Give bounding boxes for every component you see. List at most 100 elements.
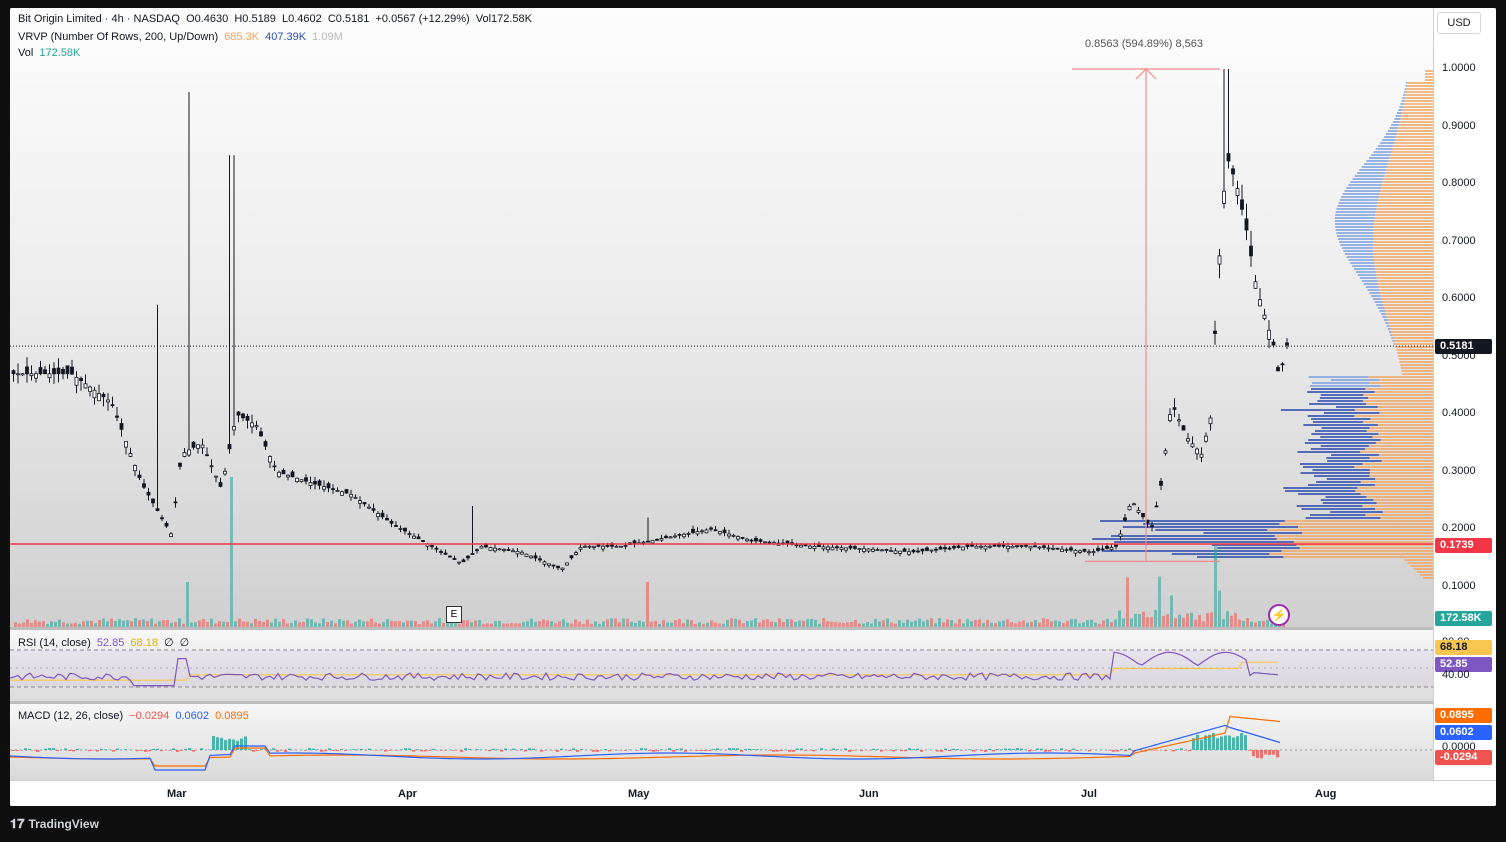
- candle-body: [713, 529, 718, 532]
- candle-body: [1123, 517, 1127, 521]
- candle-body: [520, 551, 524, 555]
- candle-body: [551, 564, 556, 567]
- macd-legend[interactable]: MACD (12, 26, close) −0.0294 0.0602 0.08…: [18, 710, 252, 722]
- volume-profile-up-row: [1366, 403, 1433, 405]
- lightning-icon[interactable]: ⚡: [1268, 604, 1290, 626]
- volume-profile-up-row: [1387, 166, 1433, 168]
- volume-bar: [542, 619, 545, 627]
- candle-body: [691, 528, 695, 533]
- candle-body: [146, 491, 151, 496]
- candle-body: [160, 517, 164, 520]
- candle-body: [1042, 545, 1046, 548]
- volume-profile-down-row: [1394, 118, 1401, 120]
- volume-bar: [738, 619, 741, 627]
- volume-profile-up-row: [1364, 448, 1433, 450]
- volume-bar: [1166, 614, 1169, 627]
- candle-body: [1267, 329, 1271, 340]
- candle-body: [286, 474, 290, 478]
- macd-histogram-bar: [700, 750, 703, 751]
- time-tick: May: [628, 788, 650, 800]
- candle-body: [853, 546, 857, 549]
- candle-body: [124, 441, 128, 448]
- volume-bar: [306, 618, 309, 627]
- candle-body: [646, 540, 650, 543]
- vol-legend[interactable]: Vol 172.58K: [18, 47, 83, 59]
- volume-profile-down-row: [1320, 445, 1369, 447]
- candle-body: [673, 535, 677, 538]
- volume-profile-up-row: [1354, 415, 1433, 417]
- volume-profile-down-row: [1382, 139, 1395, 141]
- candle-body: [385, 517, 389, 521]
- price-scale[interactable]: 1.0000 0.9000 0.8000 0.7000 0.6000 0.5000 0.40…: [1433, 8, 1496, 780]
- volume-profile-down-row: [1363, 283, 1378, 285]
- macd-histogram-bar: [744, 748, 747, 750]
- candle-body: [241, 413, 245, 419]
- macd-histogram-bar: [1236, 736, 1239, 750]
- vrvp-label: VRVP (Number Of Rows, 200, Up/Down): [18, 31, 219, 43]
- volume-profile-down-row: [1352, 265, 1375, 267]
- rsi-legend[interactable]: RSI (14, close) 52.85 68.18 ∅ ∅: [18, 636, 192, 649]
- volume-profile-up-row: [1378, 286, 1433, 288]
- volume-bar: [906, 619, 909, 627]
- macd-histogram-bar: [312, 748, 315, 750]
- candle-body: [1231, 168, 1235, 175]
- time-axis[interactable]: Mar Apr May Jun Jul Aug: [10, 780, 1496, 806]
- macd-histogram-bar: [1248, 750, 1251, 751]
- macd-histogram-bar: [100, 748, 103, 750]
- candle-body: [263, 441, 268, 447]
- currency-button[interactable]: USD: [1437, 12, 1481, 34]
- volume-profile-up-row: [1381, 460, 1433, 462]
- volume-profile-up-row: [1384, 175, 1433, 177]
- hline-price-tag: 0.1739: [1435, 538, 1492, 553]
- macd-histogram-bar: [916, 748, 919, 750]
- macd-histogram-bar: [524, 750, 527, 752]
- candle-body: [182, 452, 187, 457]
- price-pane[interactable]: Bit Origin Limited · 4h · NASDAQ O0.4630…: [10, 8, 1433, 627]
- candle-body: [767, 541, 772, 544]
- volume-profile-down-row: [1392, 340, 1394, 342]
- macd-histogram-bar: [832, 748, 835, 750]
- macd-histogram-bar: [696, 750, 699, 751]
- volume-profile-down-row: [1403, 94, 1406, 96]
- vrvp-legend[interactable]: VRVP (Number Of Rows, 200, Up/Down) 685.…: [18, 31, 346, 43]
- macd-pane[interactable]: MACD (12, 26, close) −0.0294 0.0602 0.08…: [10, 704, 1433, 780]
- candle-body: [529, 555, 533, 559]
- macd-histogram-bar: [1164, 750, 1167, 751]
- chart-frame[interactable]: Bit Origin Limited · 4h · NASDAQ O0.4630…: [10, 8, 1496, 806]
- candle-body: [470, 553, 475, 555]
- change-value: +0.0567 (+12.29%): [375, 13, 470, 25]
- rsi-pane[interactable]: RSI (14, close) 52.85 68.18 ∅ ∅: [10, 630, 1433, 701]
- candle-body: [1217, 255, 1222, 265]
- earnings-badge[interactable]: E: [446, 606, 462, 623]
- volume-profile-down-row: [1319, 397, 1369, 399]
- macd-histogram-bar: [660, 749, 663, 750]
- symbol-title[interactable]: Bit Origin Limited · 4h · NASDAQ: [18, 13, 180, 25]
- volume-profile-up-row: [1398, 358, 1433, 360]
- macd-histogram-bar: [980, 750, 983, 751]
- volume-bar: [886, 618, 889, 627]
- volume-profile-up-row: [1375, 268, 1433, 270]
- candle-body: [830, 546, 835, 551]
- volume-profile-up-row: [1376, 274, 1433, 276]
- volume-profile-up-row: [1362, 505, 1433, 507]
- tradingview-logo[interactable]: 𝟏𝟕 TradingView: [10, 816, 99, 832]
- volume-bar: [1042, 618, 1045, 627]
- candle-body: [97, 393, 101, 402]
- candle-body: [1060, 548, 1064, 552]
- volume-profile-up-row: [1293, 541, 1433, 543]
- candle-body: [272, 465, 277, 468]
- volume-profile-down-row: [1373, 151, 1392, 153]
- macd-histogram-bar: [412, 750, 415, 752]
- volume-bar: [574, 619, 577, 627]
- price-chart[interactable]: [10, 8, 1433, 627]
- candle-body: [322, 486, 326, 490]
- volume-bar: [462, 620, 465, 627]
- price-tick: 0.4000: [1442, 407, 1476, 419]
- volume-profile-down-row: [1336, 208, 1377, 210]
- tradingview-icon: 𝟏𝟕: [10, 816, 25, 831]
- macd-histogram-bar: [1196, 734, 1199, 750]
- volume-profile-down-row: [1387, 328, 1391, 330]
- candle-body: [835, 546, 839, 549]
- candle-body: [169, 533, 173, 538]
- volume-profile-down-row: [1400, 103, 1404, 105]
